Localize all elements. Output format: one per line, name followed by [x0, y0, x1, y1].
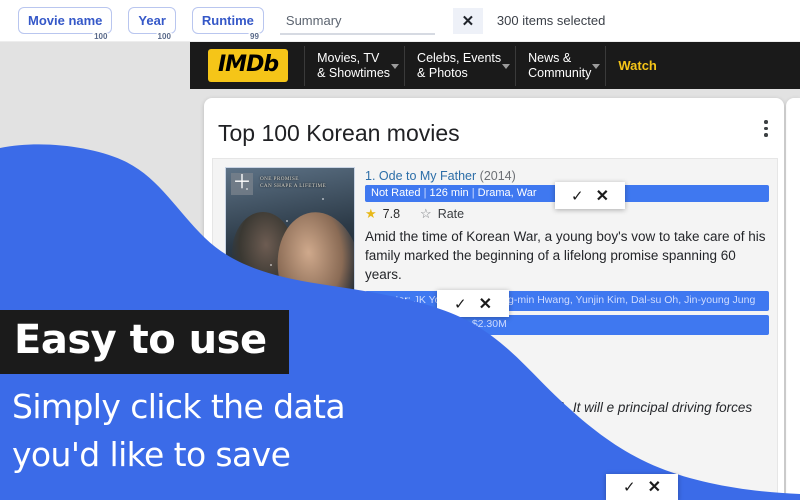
check-icon[interactable]: ✓ [623, 478, 636, 496]
nav-item-celebs[interactable]: Celebs, Events & Photos [404, 45, 515, 86]
movie-title-link[interactable]: 1. Ode to My Father (2014) [365, 169, 769, 183]
meta-sep: | [468, 187, 478, 199]
poster-tagline-line2: CAN SHAPE A LIFETIME [260, 183, 327, 189]
field-chip-year-label: Year [138, 13, 166, 28]
summary-input[interactable] [279, 6, 435, 35]
gross-label: Gross: [437, 318, 469, 330]
gross-value: $2.30M [471, 318, 507, 330]
star-outline-icon[interactable]: ☆ [420, 206, 432, 222]
plus-icon[interactable]: ＋ [231, 173, 253, 195]
movie-genres: Drama, War [477, 187, 537, 199]
kebab-menu-icon[interactable] [764, 120, 768, 140]
chevron-down-icon [391, 63, 400, 69]
field-chip-movie-name-count: 100 [92, 32, 110, 41]
field-chip-runtime-count: 99 [248, 32, 261, 41]
votes-sep: | [429, 318, 438, 330]
extension-toolbar: Movie name 100 Year 100 Runtime 99 ✕ 300… [0, 0, 800, 42]
nav-item-movies[interactable]: Movies, TV & Showtimes [304, 45, 404, 86]
check-icon[interactable]: ✓ [454, 295, 467, 313]
rate-button[interactable]: Rate [438, 207, 464, 221]
imdb-logo[interactable]: IMDb [208, 49, 289, 82]
promo-subtext-line1: Simply click the data [12, 387, 346, 426]
votes-value: 3,363 [403, 318, 430, 330]
field-chip-movie-name[interactable]: Movie name 100 [18, 7, 113, 41]
nav-item-watch[interactable]: Watch [605, 45, 671, 86]
movie-title-text: 1. Ode to My Father [365, 169, 477, 183]
field-chip-runtime-label: Runtime [201, 13, 254, 28]
nav-item-celebs-line1: Celebs, Events [417, 50, 502, 65]
star-filled-icon: ★ [365, 206, 377, 221]
field-chip-year-count: 100 [155, 32, 173, 41]
chevron-down-icon [502, 63, 511, 69]
nav-item-news-line1: News & [528, 50, 572, 65]
poster-tagline: ONE PROMISE CAN SHAPE A LIFETIME [260, 176, 326, 190]
movie-year: (2014) [479, 169, 516, 183]
close-icon: ✕ [461, 12, 475, 30]
nav-item-news-line2: Community [528, 65, 592, 80]
votes-label: Votes: [371, 318, 401, 330]
nav-item-celebs-line2: & Photos [417, 65, 468, 80]
field-chip-movie-name-label: Movie name [28, 13, 103, 28]
confirm-popup-credits: ✓ ✕ [437, 290, 509, 317]
field-chip-runtime[interactable]: Runtime 99 [191, 7, 264, 41]
stars-names: Jung-min Hwang, Yunjin Kim, Dal-su Oh, J… [491, 294, 756, 306]
movie-note: f 2015-02-11(number of spectators). It w… [354, 400, 753, 435]
rating-value: 7.8 [382, 207, 401, 221]
director-label: Director: [371, 294, 411, 306]
promo-subtext-line2: you'd like to save [12, 435, 291, 474]
imdb-navbar: IMDb Movies, TV & Showtimes Celebs, Even… [190, 42, 800, 89]
selection-status: 300 items selected [496, 13, 606, 28]
movie-credits-highlight[interactable]: Director: JK Youn | Stars: Jung-min Hwan… [365, 291, 769, 311]
close-icon[interactable]: ✕ [596, 186, 609, 206]
close-icon[interactable]: ✕ [479, 294, 492, 314]
side-panel-edge [786, 98, 800, 500]
poster-tagline-line1: ONE PROMISE [260, 176, 299, 182]
chevron-down-icon [592, 63, 601, 69]
confirm-popup-meta: ✓ ✕ [555, 182, 625, 209]
movie-details: 1. Ode to My Father (2014) Not Rated | 1… [365, 167, 769, 500]
check-icon[interactable]: ✓ [571, 187, 584, 205]
clear-button[interactable]: ✕ [452, 7, 483, 34]
page-title: Top 100 Korean movies [218, 120, 460, 146]
movie-certificate: Not Rated [371, 187, 421, 199]
promo-headline: Easy to use [0, 310, 289, 374]
nav-item-movies-line1: Movies, TV [317, 50, 380, 65]
confirm-popup-history: ✓ ✕ [606, 474, 678, 500]
close-icon[interactable]: ✕ [648, 477, 661, 497]
meta-sep: | [420, 187, 430, 199]
nav-item-news[interactable]: News & Community [515, 45, 605, 86]
promo-subtext: Simply click the data you'd like to save [12, 383, 346, 479]
movie-votes-highlight[interactable]: Votes: 3,363 | Gross: $2.30M [365, 315, 769, 335]
movie-runtime: 126 min [429, 187, 469, 199]
field-chip-year[interactable]: Year 100 [128, 7, 176, 41]
movie-plot: Amid the time of Korean War, a young boy… [365, 229, 766, 282]
nav-item-movies-line2: & Showtimes [317, 65, 391, 80]
